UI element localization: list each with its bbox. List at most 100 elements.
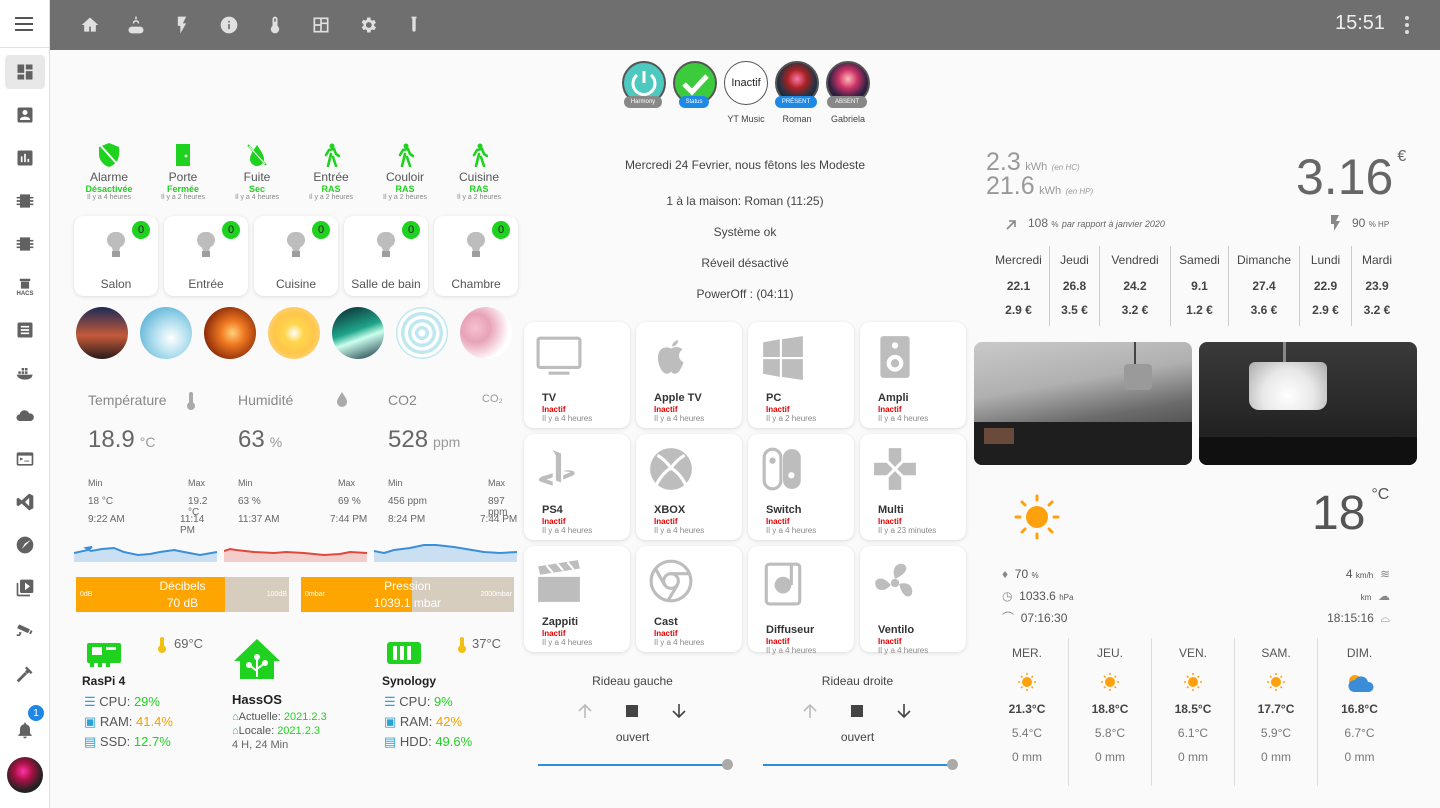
forecast-rain: 0 mm [1012,750,1042,764]
light-card[interactable]: 0 Salle de bain [344,216,428,296]
forecast-rain: 0 mm [1095,750,1125,764]
sidebar-item-developer[interactable] [5,657,45,691]
ytmusic-avatar[interactable]: Inactif [724,61,768,105]
sidebar-item-esphome[interactable] [5,184,45,218]
scene-sunset[interactable] [204,307,256,359]
cover-slider-track[interactable] [763,764,951,766]
sidebar-item-media[interactable] [5,571,45,605]
notes-icon [17,322,33,338]
cover-down-button[interactable] [895,702,913,725]
media-fan[interactable]: Ventilo Inactif Il y a 4 heures [860,546,966,655]
sensor-3[interactable]: Entrée RAS Il y a 2 heures [299,140,363,206]
sensor-0[interactable]: Alarme Désactivée Il y a 4 heures [77,140,141,206]
media-windows[interactable]: PC Inactif Il y a 2 heures [748,322,854,428]
sidebar-item-history[interactable] [5,141,45,175]
gauge-max: 2000mbar [480,591,512,598]
compare-unit: % [1051,220,1059,229]
cover-stop-button[interactable] [851,705,863,717]
tab-floorplan[interactable] [309,13,333,37]
sidebar-item-hacs[interactable]: HACS [5,270,45,304]
tab-lab[interactable] [402,13,426,37]
sidebar-item-overview[interactable] [5,55,45,89]
hassos-current: ⌂Actuelle: 2021.2.3 [232,711,327,723]
scene-blossom[interactable] [460,307,512,359]
scene-wave[interactable] [140,307,192,359]
notifications-button[interactable]: 1 [5,705,45,747]
media-time: Il y a 4 heures [654,526,705,535]
tab-weather[interactable] [124,13,148,37]
media-speaker[interactable]: Ampli Inactif Il y a 4 heures [860,322,966,428]
cover-slider-thumb[interactable] [947,759,958,770]
menu-button[interactable] [0,0,50,48]
humidity-row: ♦ 70 % [1002,567,1039,581]
sidebar-item-vscode[interactable] [5,485,45,519]
media-diffuser[interactable]: Diffuseur Inactif Il y a 4 heures [748,546,854,655]
roman-badge: PRÉSENT [775,96,817,108]
user-avatar[interactable] [7,757,43,793]
sensor-5[interactable]: Cuisine RAS Il y a 2 heures [447,140,511,206]
media-chrome[interactable]: Cast Inactif Il y a 4 heures [636,546,742,652]
media-apple[interactable]: Apple TV Inactif Il y a 4 heures [636,322,742,428]
sensor-name: Entrée [313,170,349,184]
cover-slider-track[interactable] [538,764,726,766]
camera-salon[interactable] [974,342,1192,465]
media-clapperboard[interactable]: Zappiti Inactif Il y a 4 heures [524,546,630,652]
light-card[interactable]: 0 Salon [74,216,158,296]
media-playstation[interactable]: PS4 Inactif Il y a 4 heures [524,434,630,540]
tab-settings[interactable] [356,13,380,37]
media-tv[interactable]: TV Inactif Il y a 4 heures [524,322,630,428]
sensor-1[interactable]: Porte Fermée Il y a 2 heures [151,140,215,206]
sidebar-item-zigbee[interactable] [5,227,45,261]
climate-card-1[interactable]: Humidité 63% Min Max 63 % 69 % 11:37 AM 7:44 PM [224,380,368,565]
sunrise-value: 07:16:30 [1020,611,1068,625]
cover-up-button[interactable] [801,702,819,725]
light-count: 0 [222,221,240,239]
cpu-label: CPU: [99,694,134,709]
cover-slider-thumb[interactable] [722,759,733,770]
sensor-2[interactable]: Fuite Sec Il y a 4 heures [225,140,289,206]
sidebar-item-logbook[interactable] [5,313,45,347]
local-value: 2021.2.3 [277,725,321,737]
tab-thermometer[interactable] [263,13,287,37]
media-xbox[interactable]: XBOX Inactif Il y a 4 heures [636,434,742,540]
climate-card-2[interactable]: CO2 CO₂ 528 ppm Min Max 456 ppm 897 ppm 8:24 PM 7… [374,380,518,565]
current-label: Actuelle: [238,711,284,723]
sidebar-item-compass[interactable] [5,528,45,562]
media-name: PS4 [542,504,563,516]
more-vertical-icon[interactable] [1397,13,1417,37]
light-card[interactable]: 0 Cuisine [254,216,338,296]
light-card[interactable]: 0 Chambre [434,216,518,296]
sensor-time: Il y a 2 heures [309,194,353,201]
harmony-badge: Harmony [624,96,662,108]
sidebar-item-person[interactable] [5,98,45,132]
light-card[interactable]: 0 Entrée [164,216,248,296]
system-status: Système ok [713,225,777,239]
hp-unit: kWh [1039,185,1062,197]
cover-up-button[interactable] [576,702,594,725]
sidebar-item-cctv[interactable] [5,614,45,648]
ssd-label: SSD: [99,734,134,749]
sidebar-item-terminal[interactable] [5,442,45,476]
tab-info[interactable] [217,13,241,37]
tab-power[interactable] [170,13,194,37]
climate-value-row: 63% [238,426,282,454]
cover-stop-button[interactable] [626,705,638,717]
scene-sun[interactable] [268,307,320,359]
media-name: Multi [878,504,904,516]
tab-home[interactable] [78,13,102,37]
scene-sunset-palm[interactable] [76,307,128,359]
sensor-4[interactable]: Couloir RAS Il y a 2 heures [373,140,437,206]
sidebar-item-portainer[interactable] [5,356,45,390]
scene-ripple[interactable] [396,307,448,359]
scene-aurora[interactable] [332,307,384,359]
media-switch[interactable]: Switch Inactif Il y a 4 heures [748,434,854,540]
cover-down-button[interactable] [670,702,688,725]
hp-pct-unit: % HP [1368,220,1390,229]
camera-chambre[interactable] [1199,342,1417,465]
light-name: Cuisine [275,277,317,291]
cpu-label: CPU: [399,694,434,709]
climate-card-0[interactable]: Température 18.9 °C Min Max 18 °C 19.2 °C 9:22 … [74,380,218,565]
sidebar-item-cloud[interactable] [5,399,45,433]
climate-mint: 8:24 PM [388,514,426,525]
media-gamepad[interactable]: Multi Inactif Il y a 23 minutes [860,434,966,540]
